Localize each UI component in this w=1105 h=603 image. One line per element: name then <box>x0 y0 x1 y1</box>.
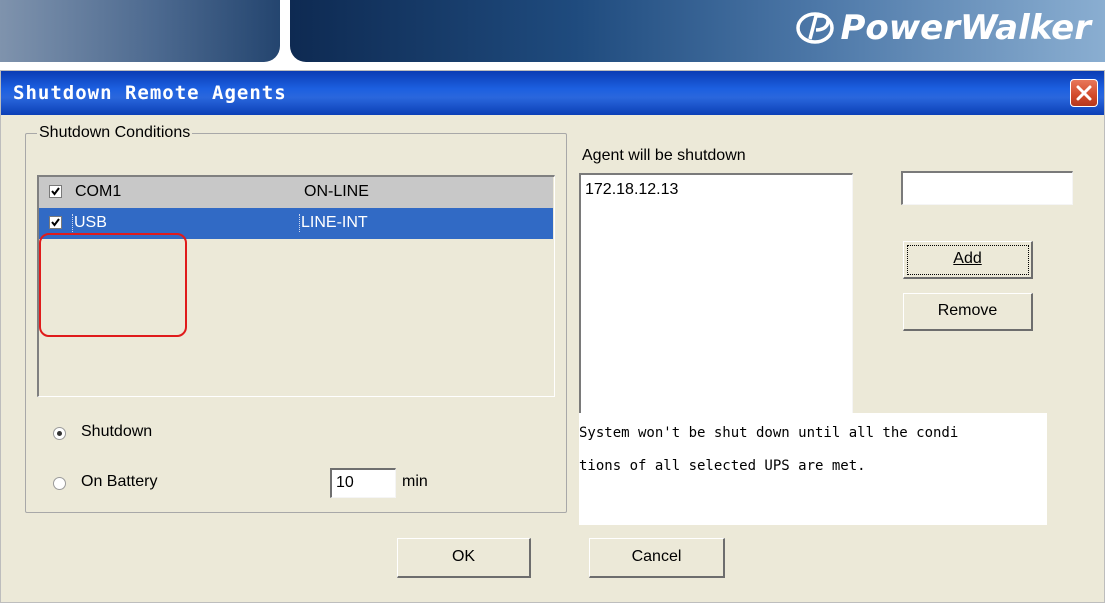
info-line: tions of all selected UPS are met. <box>579 458 866 474</box>
agent-item[interactable]: 172.18.12.13 <box>585 181 678 199</box>
add-button[interactable]: Add <box>903 241 1033 279</box>
remove-button-label: Remove <box>937 302 998 319</box>
add-button-label: Add <box>953 250 982 267</box>
dialog-title: Shutdown Remote Agents <box>13 82 287 104</box>
agents-list[interactable]: 172.18.12.13 <box>579 173 853 443</box>
cancel-button[interactable]: Cancel <box>589 538 725 578</box>
info-line: System won't be shut down until all the … <box>579 425 959 441</box>
ups-status: ON-LINE <box>304 183 369 200</box>
ups-row-com1[interactable]: COM1 ON-LINE <box>39 177 553 208</box>
brand-banner: PowerWalker <box>0 0 1105 62</box>
ok-button[interactable]: OK <box>397 538 531 578</box>
powerwalker-logo-icon <box>796 12 835 44</box>
on-battery-radio[interactable] <box>53 477 66 490</box>
ok-button-label: OK <box>451 548 476 565</box>
close-button[interactable] <box>1070 79 1098 107</box>
ups-name: USB <box>72 214 107 232</box>
ups-status: LINE-INT <box>299 214 368 232</box>
shutdown-radio-label: Shutdown <box>81 423 153 440</box>
minutes-input[interactable]: 10 <box>330 468 396 498</box>
checkmark-icon <box>51 218 60 227</box>
agents-label: Agent will be shutdown <box>582 147 746 164</box>
radio-selected-dot <box>57 431 62 436</box>
agent-address-input[interactable] <box>901 171 1073 205</box>
brand-name: PowerWalker <box>840 8 1091 48</box>
cancel-button-label: Cancel <box>631 548 682 565</box>
title-bar[interactable]: Shutdown Remote Agents <box>1 71 1104 115</box>
close-icon <box>1076 85 1092 101</box>
shutdown-remote-agents-dialog: Shutdown Remote Agents Shutdown Conditio… <box>0 70 1105 603</box>
ups-name: COM1 <box>75 183 122 200</box>
shutdown-conditions-label: Shutdown Conditions <box>37 124 193 142</box>
remove-button[interactable]: Remove <box>903 293 1033 331</box>
checkmark-icon <box>51 187 60 196</box>
minutes-unit-label: min <box>402 473 428 490</box>
shutdown-radio[interactable] <box>53 427 66 440</box>
brand-logo: PowerWalker <box>794 8 1091 48</box>
info-message-box: System won't be shut down until all the … <box>579 413 1047 525</box>
ups-checkbox-usb[interactable] <box>49 216 62 229</box>
annotation-highlight <box>39 233 187 337</box>
on-battery-radio-label: On Battery <box>81 473 158 490</box>
ups-checkbox-com1[interactable] <box>49 185 62 198</box>
banner-left-panel <box>0 0 280 62</box>
